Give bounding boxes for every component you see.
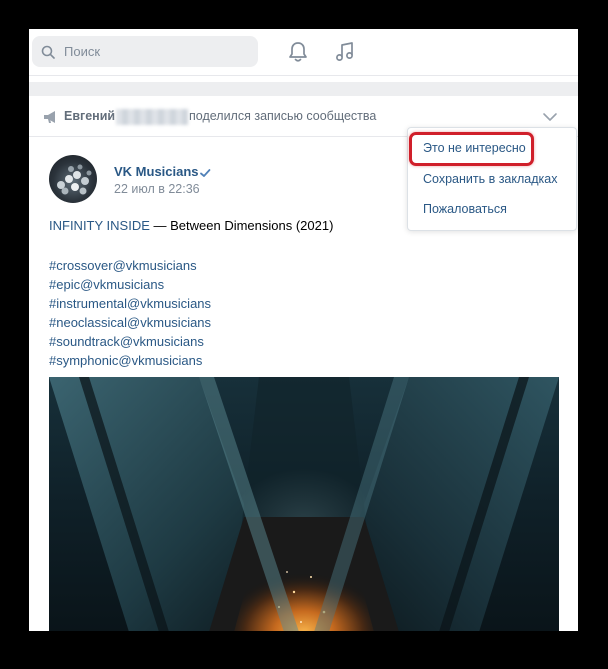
music-note-icon[interactable] (333, 40, 357, 64)
feed-gap (29, 82, 578, 96)
post-title: INFINITY INSIDE — Between Dimensions (20… (49, 218, 333, 233)
hashtag-link[interactable]: #epic@vkmusicians (49, 275, 211, 294)
hashtag-list: #crossover@vkmusicians #epic@vkmusicians… (49, 256, 211, 370)
hashtag-link[interactable]: #neoclassical@vkmusicians (49, 313, 211, 332)
hashtag-link[interactable]: #instrumental@vkmusicians (49, 294, 211, 313)
bell-icon[interactable] (286, 40, 310, 64)
community-avatar[interactable] (49, 155, 97, 203)
top-bar (29, 29, 578, 76)
album-title: — Between Dimensions (2021) (149, 218, 334, 233)
menu-item-save-bookmark[interactable]: Сохранить в закладках (423, 172, 557, 186)
verified-check-icon (199, 166, 211, 178)
repost-action-text: поделился записью сообщества (189, 109, 377, 123)
post-date[interactable]: 22 июл в 22:36 (114, 182, 200, 196)
menu-item-report[interactable]: Пожаловаться (423, 202, 507, 216)
redacted-surname (116, 109, 188, 125)
megaphone-icon (43, 110, 59, 124)
search-box[interactable] (32, 36, 258, 67)
vk-feed-window: Евгений поделился записью сообщества VK … (29, 29, 578, 631)
search-icon (40, 44, 56, 60)
artist-link[interactable]: INFINITY INSIDE (49, 218, 150, 233)
album-cover-image[interactable] (49, 377, 559, 631)
chevron-down-icon[interactable] (542, 110, 558, 122)
repost-author-name[interactable]: Евгений (64, 109, 115, 123)
hashtag-link[interactable]: #soundtrack@vkmusicians (49, 332, 211, 351)
hashtag-link[interactable]: #crossover@vkmusicians (49, 256, 211, 275)
hashtag-link[interactable]: #symphonic@vkmusicians (49, 351, 211, 370)
community-name[interactable]: VK Musicians (114, 164, 199, 179)
red-highlight-outline (409, 132, 534, 166)
search-input[interactable] (62, 43, 246, 60)
